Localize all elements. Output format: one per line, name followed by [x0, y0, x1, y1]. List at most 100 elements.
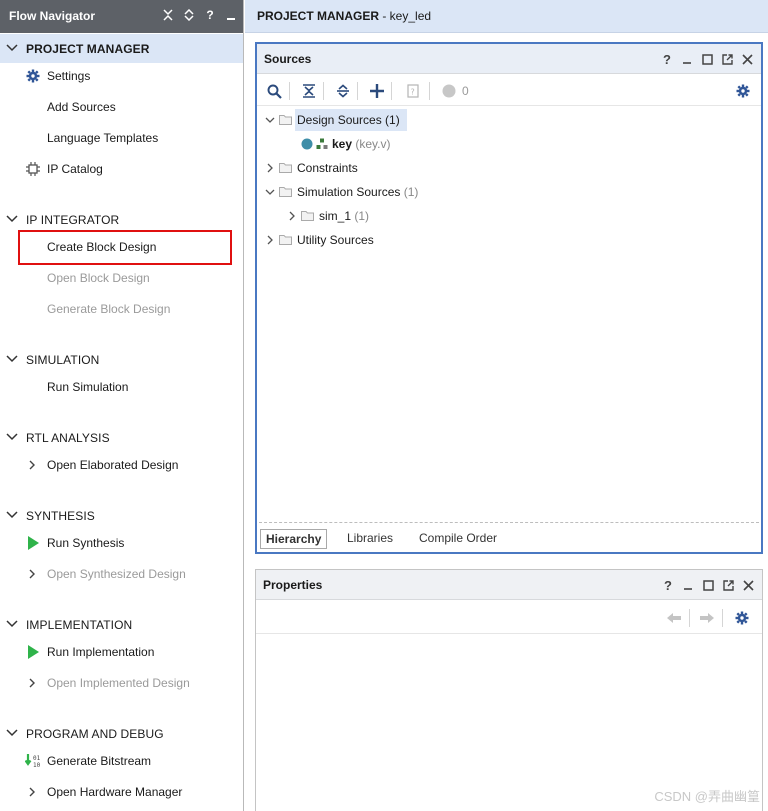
section-implementation[interactable]: IMPLEMENTATION — [0, 610, 243, 639]
nav-item-open-hardware-manager[interactable]: Open Hardware Manager — [0, 781, 243, 803]
nav-item-label: Open Block Design — [47, 271, 150, 285]
svg-text:?: ? — [411, 88, 415, 97]
nav-item-open-elaborated-design[interactable]: Open Elaborated Design — [0, 454, 243, 476]
bitstream-icon: 01 10 — [25, 753, 41, 769]
tab-hierarchy[interactable]: Hierarchy — [260, 529, 328, 549]
nav-item-generate-bitstream[interactable]: 01 10 Generate Bitstream — [0, 750, 243, 772]
tab-compile-order[interactable]: Compile Order — [414, 529, 502, 547]
gear-icon[interactable] — [733, 610, 751, 626]
run-play-icon — [25, 644, 41, 660]
chevron-right-icon[interactable] — [28, 786, 36, 798]
tree-row-key[interactable]: key (key.v) — [257, 133, 761, 155]
sources-panel: Sources ? ? 0 Design Sources (1) key (ke… — [255, 42, 763, 554]
sources-tabs: Hierarchy Libraries Compile Order — [257, 526, 761, 550]
expand-all-icon[interactable] — [183, 8, 195, 22]
page-title: PROJECT MANAGER - key_led — [257, 9, 431, 23]
chevron-down-icon[interactable] — [265, 115, 275, 125]
chevron-down-icon[interactable] — [6, 432, 18, 442]
chevron-right-icon[interactable] — [28, 568, 36, 580]
back-arrow-icon[interactable] — [665, 610, 683, 626]
nav-item-run-implementation[interactable]: Run Implementation — [0, 641, 243, 663]
chevron-down-icon[interactable] — [6, 214, 18, 224]
nav-item-run-simulation[interactable]: Run Simulation — [0, 376, 243, 398]
section-simulation[interactable]: SIMULATION — [0, 345, 243, 374]
close-icon[interactable] — [741, 52, 753, 66]
nav-item-generate-block-design[interactable]: Generate Block Design — [0, 298, 243, 320]
minimize-icon[interactable] — [225, 8, 237, 22]
section-synthesis[interactable]: SYNTHESIS — [0, 501, 243, 530]
nav-item-settings[interactable]: Settings — [0, 65, 243, 87]
maximize-icon[interactable] — [702, 578, 714, 592]
tree-label: Constraints — [297, 161, 358, 175]
chevron-right-icon[interactable] — [28, 459, 36, 471]
source-file-properties-icon[interactable]: ? — [404, 83, 422, 99]
section-label: IP INTEGRATOR — [26, 213, 120, 227]
expand-all-icon[interactable] — [334, 83, 352, 99]
chevron-right-icon[interactable] — [265, 235, 275, 245]
search-icon[interactable] — [265, 83, 283, 99]
nav-item-label: Open Elaborated Design — [47, 458, 179, 472]
nav-item-ip-catalog[interactable]: IP Catalog — [0, 158, 243, 180]
nav-item-label: Generate Bitstream — [47, 754, 152, 768]
maximize-icon[interactable] — [701, 52, 713, 66]
nav-item-add-sources[interactable]: Add Sources — [0, 96, 243, 118]
float-icon[interactable] — [722, 578, 734, 592]
nav-item-language-templates[interactable]: Language Templates — [0, 127, 243, 149]
collapse-all-icon[interactable] — [162, 8, 174, 22]
minimize-icon[interactable] — [681, 52, 693, 66]
folder-icon — [279, 187, 292, 197]
help-icon[interactable]: ? — [204, 8, 216, 22]
svg-text:10: 10 — [33, 762, 41, 769]
chevron-down-icon[interactable] — [6, 728, 18, 738]
tree-row-constraints[interactable]: Constraints — [257, 157, 761, 179]
tree-row-simulation-sources[interactable]: Simulation Sources (1) — [257, 181, 761, 203]
hierarchy-icon — [316, 138, 328, 149]
divider — [259, 522, 759, 523]
help-icon[interactable]: ? — [661, 52, 673, 67]
nav-item-label: Open Hardware Manager — [47, 785, 183, 799]
chevron-down-icon[interactable] — [6, 43, 18, 53]
tree-row-design-sources[interactable]: Design Sources (1) — [257, 109, 761, 131]
gear-icon[interactable] — [734, 83, 752, 99]
chevron-right-icon[interactable] — [287, 211, 297, 221]
section-program-and-debug[interactable]: PROGRAM AND DEBUG — [0, 719, 243, 748]
section-project-manager[interactable]: PROJECT MANAGER — [0, 34, 243, 63]
chevron-right-icon[interactable] — [265, 163, 275, 173]
error-status-icon[interactable] — [440, 83, 458, 99]
properties-panel: Properties ? — [255, 569, 763, 811]
minimize-icon[interactable] — [682, 578, 694, 592]
nav-item-run-synthesis[interactable]: Run Synthesis — [0, 532, 243, 554]
tab-libraries[interactable]: Libraries — [342, 529, 398, 547]
nav-item-label: Open Synthesized Design — [47, 567, 186, 581]
chevron-down-icon[interactable] — [6, 619, 18, 629]
tree-label: Utility Sources — [297, 233, 374, 247]
add-icon[interactable] — [368, 83, 386, 99]
section-label: PROJECT MANAGER — [26, 42, 150, 56]
error-count: 0 — [462, 84, 469, 98]
help-icon[interactable]: ? — [662, 578, 674, 593]
chevron-down-icon[interactable] — [265, 187, 275, 197]
nav-item-label: Add Sources — [47, 100, 116, 114]
section-rtl-analysis[interactable]: RTL ANALYSIS — [0, 423, 243, 452]
forward-arrow-icon[interactable] — [698, 610, 716, 626]
nav-item-label: Run Implementation — [47, 645, 155, 659]
header-title: PROJECT MANAGER — [257, 9, 380, 23]
svg-text:01: 01 — [33, 755, 41, 762]
panel-title: Sources — [264, 52, 312, 66]
close-icon[interactable] — [742, 578, 754, 592]
chevron-down-icon[interactable] — [6, 354, 18, 364]
nav-item-open-implemented-design[interactable]: Open Implemented Design — [0, 672, 243, 694]
project-name: - key_led — [379, 9, 432, 23]
nav-item-open-block-design[interactable]: Open Block Design — [0, 267, 243, 289]
nav-item-label: Open Implemented Design — [47, 676, 190, 690]
float-icon[interactable] — [721, 52, 733, 66]
watermark: CSDN @弄曲幽篁 — [654, 789, 760, 804]
chevron-right-icon[interactable] — [28, 677, 36, 689]
folder-icon — [279, 163, 292, 173]
nav-item-open-synthesized-design[interactable]: Open Synthesized Design — [0, 563, 243, 585]
chevron-down-icon[interactable] — [6, 510, 18, 520]
properties-toolbar — [256, 602, 762, 634]
tree-row-sim-1[interactable]: sim_1 (1) — [257, 205, 761, 227]
collapse-all-icon[interactable] — [300, 83, 318, 99]
tree-row-utility-sources[interactable]: Utility Sources — [257, 229, 761, 251]
